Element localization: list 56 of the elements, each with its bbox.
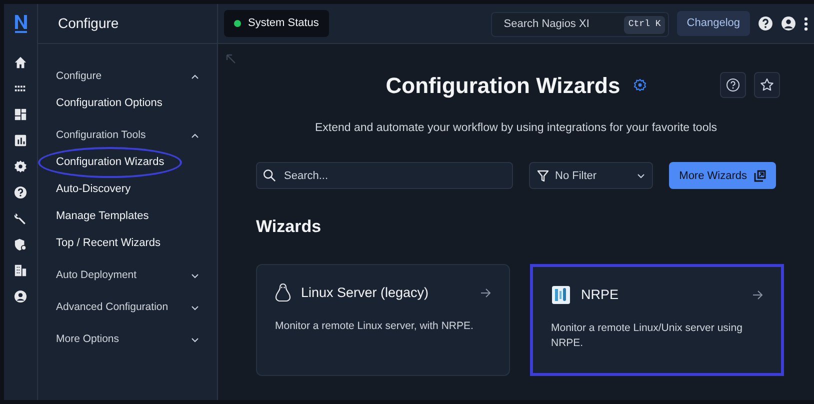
wizard-title: Linux Server (legacy) <box>301 284 430 302</box>
user-icon[interactable] <box>14 290 27 303</box>
user-icon[interactable] <box>781 16 796 31</box>
sidebar-title: Configure <box>58 14 119 33</box>
home-icon[interactable] <box>14 56 27 69</box>
shortcut-key: Ctrl K <box>624 16 665 34</box>
dashboard-icon[interactable] <box>14 108 27 121</box>
sidebar-item[interactable]: Top / Recent Wizards <box>56 230 161 257</box>
section-header[interactable]: Configure <box>56 64 199 90</box>
help-icon[interactable] <box>14 186 27 199</box>
chevron-down-icon <box>191 304 199 312</box>
tool-panel-icon <box>551 284 571 305</box>
chevron-down-icon <box>191 336 199 344</box>
section-header[interactable]: Advanced Configuration <box>56 295 199 321</box>
search-icon <box>263 169 276 182</box>
chart-icon[interactable] <box>14 134 27 147</box>
sidebar-item[interactable]: Manage Templates <box>56 203 149 230</box>
wizard-card[interactable]: Linux Server (legacy) Monitor a remote Linux server, with NRPE. <box>256 264 510 376</box>
help-button[interactable] <box>720 72 746 98</box>
search-field[interactable]: Search... <box>256 162 513 190</box>
section-header[interactable]: Auto Deployment <box>56 263 199 289</box>
chevron-down-icon <box>637 172 646 180</box>
more-icon[interactable] <box>804 16 808 30</box>
sidebar-item[interactable]: Configuration Wizards <box>40 149 180 176</box>
chevron-down-icon <box>191 272 199 280</box>
page-subtitle: Extend and automate your workflow by using integrations for your favorite tools <box>314 121 718 136</box>
arrow-right-icon <box>480 288 491 298</box>
external-link-icon <box>754 170 766 182</box>
wrench-icon[interactable] <box>14 212 27 225</box>
page-title: Configuration Wizards <box>386 72 620 100</box>
filter-dropdown[interactable]: No Filter <box>529 162 654 190</box>
building-icon[interactable] <box>14 264 27 277</box>
filter-icon <box>537 170 549 182</box>
sidebar-item[interactable]: Auto-Discovery <box>56 176 131 203</box>
section-heading: Wizards <box>256 216 322 238</box>
star-icon <box>760 78 774 92</box>
shield-icon[interactable] <box>14 238 27 251</box>
chevron-up-icon <box>191 132 199 140</box>
help-icon[interactable] <box>758 16 773 31</box>
wizard-card[interactable]: NRPE Monitor a remote Linux/Unix server using NRPE. <box>530 264 784 376</box>
more-wizards-button[interactable]: More Wizards <box>669 162 776 190</box>
arrow-right-icon <box>752 290 763 300</box>
chevron-up-icon <box>191 73 199 81</box>
penguin-icon <box>275 282 291 303</box>
settings-icon[interactable] <box>14 160 27 173</box>
sidebar-item[interactable]: Configuration Options <box>56 90 162 117</box>
help-icon <box>726 78 740 92</box>
favorite-button[interactable] <box>754 72 780 98</box>
wizard-description: Monitor a remote Linux/Unix server using NRPE. <box>551 321 744 351</box>
section-header[interactable]: More Options <box>56 327 199 353</box>
wizard-title: NRPE <box>581 286 620 304</box>
status-button[interactable]: System Status <box>224 10 329 37</box>
logo-icon[interactable] <box>14 14 28 34</box>
wizard-description: Monitor a remote Linux server, with NRPE. <box>275 319 474 334</box>
changelog-button[interactable]: Changelog <box>676 11 750 36</box>
section-header[interactable]: Configuration Tools <box>56 123 199 149</box>
